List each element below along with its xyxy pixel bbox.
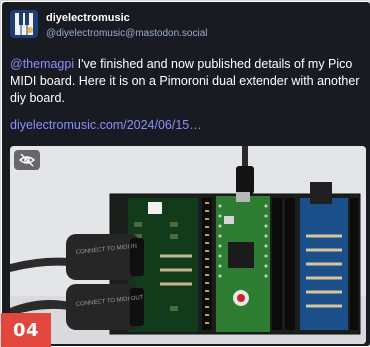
hide-media-button[interactable] xyxy=(14,150,40,170)
number-badge: 04 xyxy=(1,313,51,347)
pico-midi-board-photo: CONNECT TO MIDI IN CONNECT TO MIDI OUT xyxy=(10,146,366,344)
post-media-photo[interactable]: CONNECT TO MIDI IN CONNECT TO MIDI OUT xyxy=(10,146,366,344)
author-handle[interactable]: @diyelectromusic@mastodon.social xyxy=(46,28,207,39)
author-avatar[interactable] xyxy=(10,10,38,38)
eye-slash-icon xyxy=(19,153,35,167)
mastodon-post-card: diyelectromusic @diyelectromusic@mastodo… xyxy=(2,2,370,346)
piano-keys-avatar-icon xyxy=(10,10,38,38)
post-body: @themagpi I've finished and now publishe… xyxy=(10,56,365,107)
mention-link[interactable]: @themagpi xyxy=(10,57,74,71)
page-frame: diyelectromusic @diyelectromusic@mastodo… xyxy=(0,0,370,347)
post-link[interactable]: diyelectromusic.com/2024/06/15… xyxy=(10,118,202,132)
author-display-name[interactable]: diyelectromusic xyxy=(46,12,130,24)
